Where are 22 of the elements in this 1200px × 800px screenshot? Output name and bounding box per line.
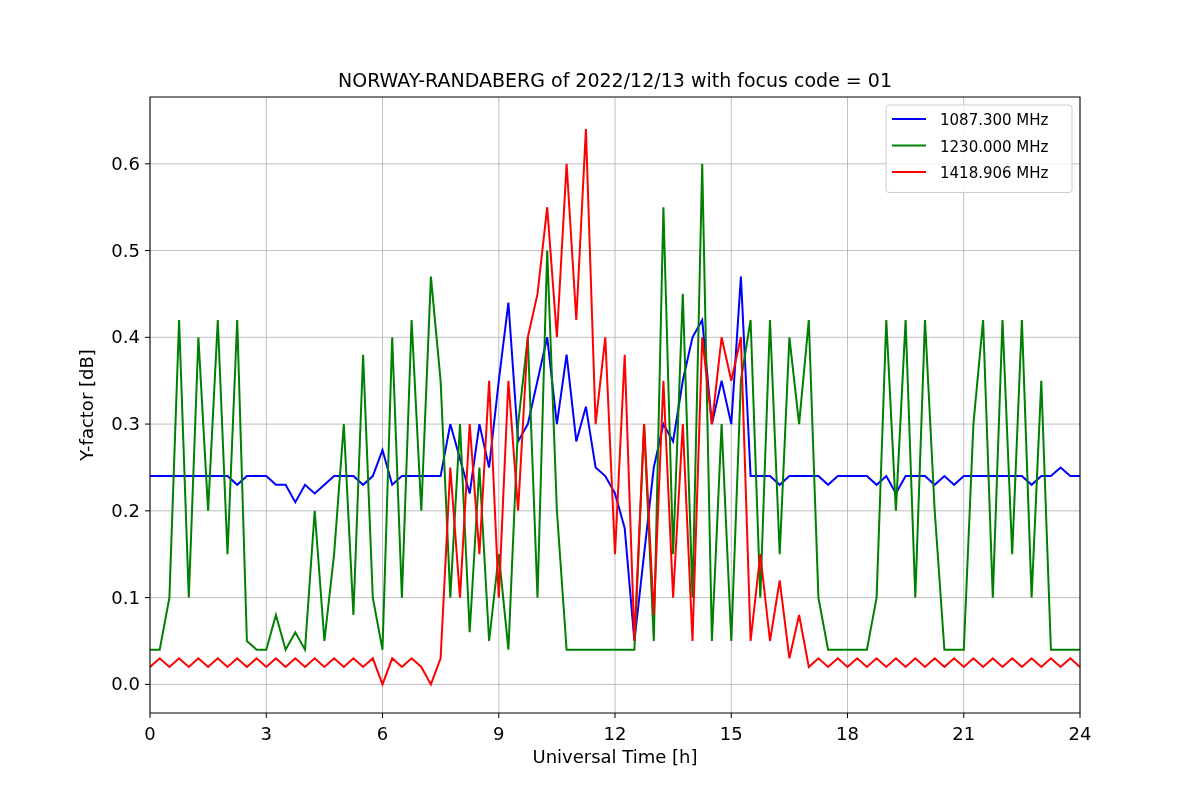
y-tick-label: 0.2 bbox=[111, 499, 140, 521]
y-tick-label: 0.5 bbox=[111, 239, 140, 261]
legend-label: 1418.906 MHz bbox=[940, 164, 1049, 182]
x-tick-label: 18 bbox=[836, 723, 859, 744]
legend-label: 1087.300 MHz bbox=[940, 111, 1049, 129]
y-axis-label: Y-factor [dB] bbox=[76, 349, 97, 461]
x-tick-label: 9 bbox=[493, 723, 505, 744]
x-tick-label: 3 bbox=[260, 723, 272, 744]
legend-label: 1230.000 MHz bbox=[940, 137, 1049, 156]
x-tick-label: 24 bbox=[1068, 723, 1092, 744]
chart-title: NORWAY-RANDABERG of 2022/12/13 with focus code = 01 bbox=[338, 69, 892, 91]
x-tick-label: 21 bbox=[952, 723, 976, 744]
x-tick-label: 6 bbox=[376, 723, 389, 744]
y-tick-label: 0.0 bbox=[111, 673, 140, 695]
y-tick-label: 0.1 bbox=[111, 586, 140, 608]
x-axis-label: Universal Time [h] bbox=[532, 746, 698, 767]
x-tick-label: 0 bbox=[144, 723, 156, 744]
y-tick-label: 0.6 bbox=[111, 152, 140, 174]
x-tick-label: 15 bbox=[719, 723, 743, 744]
y-tick-label: 0.4 bbox=[111, 326, 140, 348]
x-tick-label: 12 bbox=[603, 723, 627, 744]
y-tick-label: 0.3 bbox=[111, 413, 140, 435]
